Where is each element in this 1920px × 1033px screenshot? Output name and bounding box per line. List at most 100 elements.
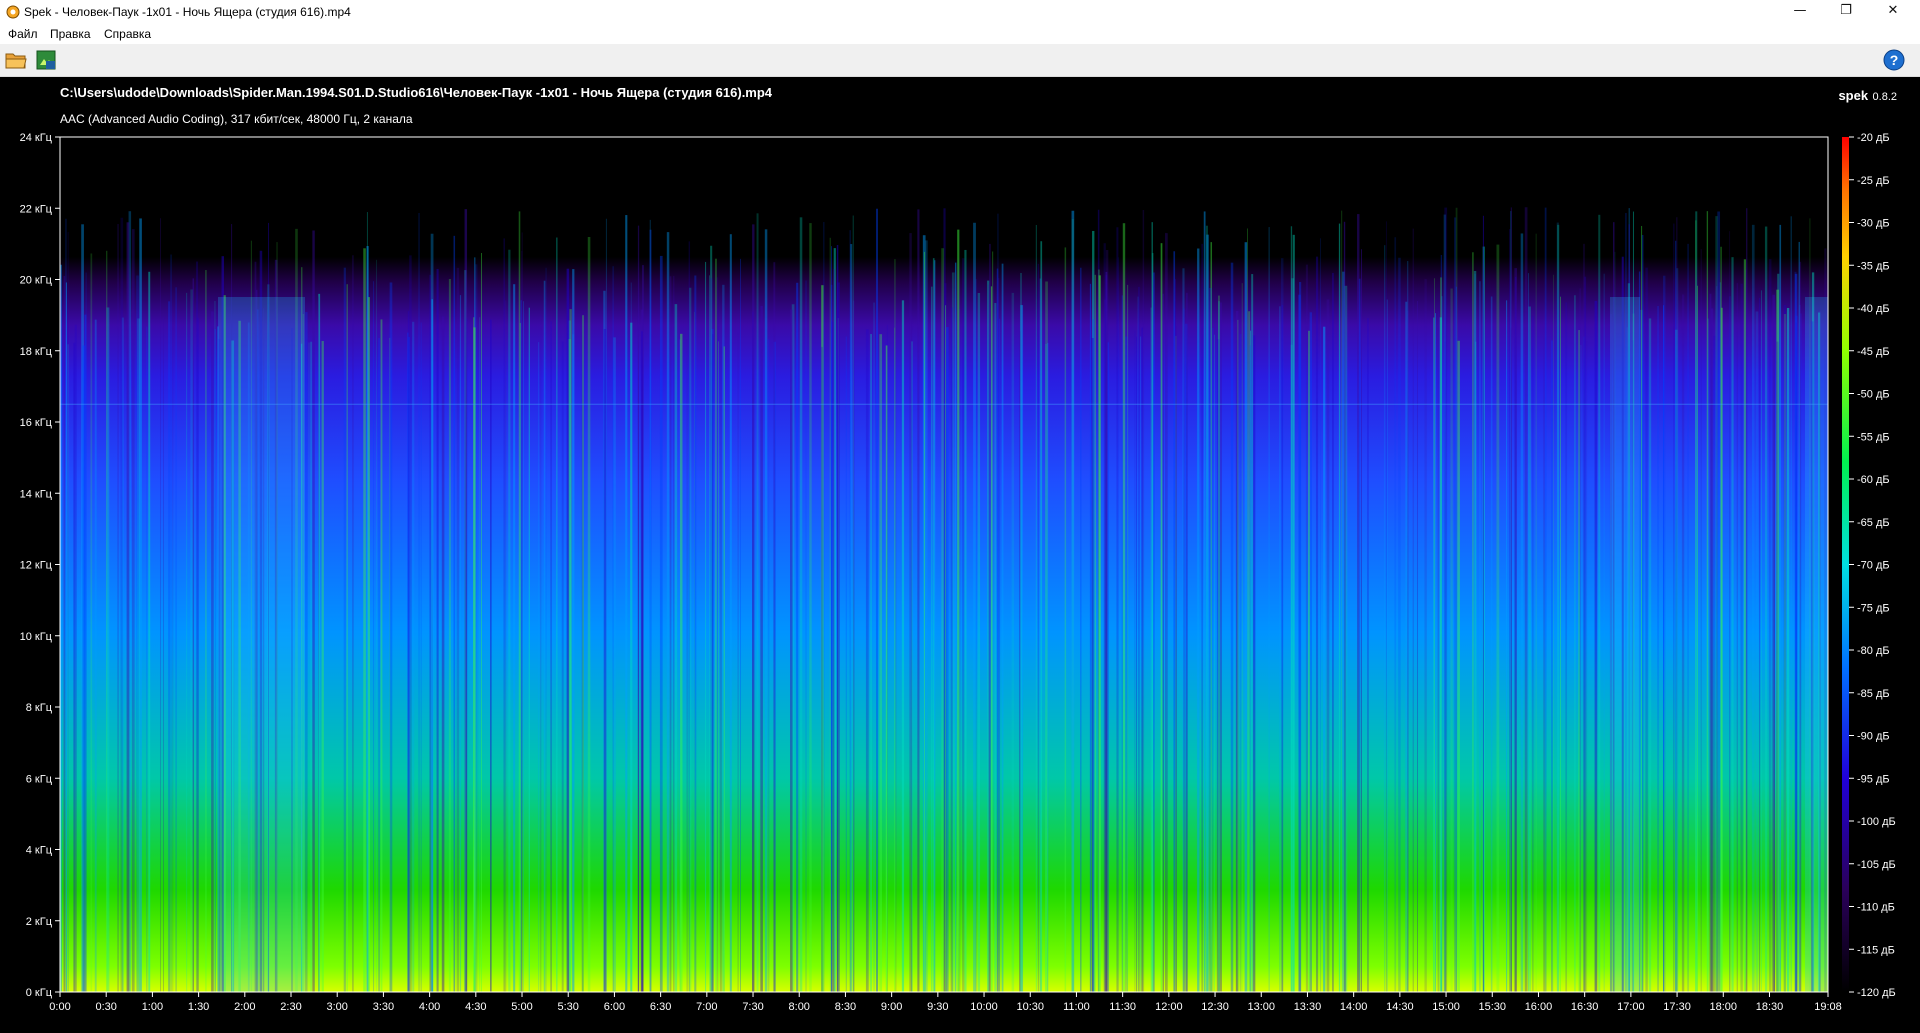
spectrogram-stripe bbox=[1080, 267, 1082, 992]
db-tick-label: -85 дБ bbox=[1857, 688, 1890, 700]
spectrogram-stripe bbox=[1244, 242, 1248, 992]
time-tick-label: 16:30 bbox=[1571, 1001, 1599, 1013]
spectrogram-stripe bbox=[740, 258, 741, 992]
spectrogram-stripe bbox=[752, 224, 755, 992]
spectrogram-stripe bbox=[1165, 232, 1167, 992]
spectrogram-stripe bbox=[845, 336, 847, 992]
spectrogram-stripe bbox=[1107, 342, 1109, 993]
spectrogram-stripe bbox=[1136, 336, 1137, 992]
spectrogram-stripe bbox=[849, 230, 851, 993]
spectrogram-stripe bbox=[1098, 275, 1101, 992]
spectrogram-stripe bbox=[1241, 283, 1243, 992]
spectrogram-stripe bbox=[473, 327, 476, 992]
spectrogram-stripe bbox=[1444, 207, 1448, 993]
db-scale: -20 дБ -25 дБ -30 дБ -35 дБ -40 дБ -45 дБ -50 … bbox=[1842, 132, 1896, 999]
spectrogram-stripe bbox=[715, 258, 717, 992]
spectrogram-stripe bbox=[321, 340, 324, 993]
spectrogram-stripe bbox=[481, 252, 482, 992]
spectrogram-stripe bbox=[508, 249, 511, 993]
spectrogram-stripe bbox=[718, 341, 719, 993]
time-tick-label: 6:30 bbox=[650, 1001, 671, 1013]
time-tick-label: 8:30 bbox=[835, 1001, 856, 1013]
spectrogram-stripe bbox=[1230, 262, 1234, 993]
spectrogram-stripe bbox=[821, 346, 823, 992]
spectrogram-stripe bbox=[764, 229, 768, 992]
db-tick-label: -65 дБ bbox=[1857, 517, 1890, 529]
spectrogram-stripe bbox=[931, 286, 933, 992]
spectrogram-stripe bbox=[1358, 278, 1361, 992]
spectrogram-stripe bbox=[1584, 276, 1587, 993]
spectrogram-stripe bbox=[1645, 267, 1648, 992]
spectrogram-stripe bbox=[308, 342, 310, 992]
db-tick-label: -120 дБ bbox=[1857, 987, 1896, 999]
spectrogram-stripe bbox=[1641, 225, 1643, 993]
time-tick-label: 0:00 bbox=[49, 1001, 70, 1013]
spectrogram-stripe bbox=[168, 301, 171, 993]
spectrogram-stripe bbox=[126, 222, 130, 992]
spectrogram-stripe bbox=[829, 237, 831, 992]
spectrogram-stripe bbox=[65, 282, 67, 993]
spectrogram-stripe bbox=[876, 208, 878, 993]
spectrogram-stripe bbox=[1142, 210, 1145, 992]
spectrogram-stripe bbox=[1299, 282, 1302, 992]
freq-tick-label: 10 кГц bbox=[20, 631, 53, 643]
time-tick-label: 12:30 bbox=[1201, 1001, 1229, 1013]
spectrogram-stripe bbox=[837, 282, 840, 992]
spectrogram-stripe bbox=[1249, 345, 1251, 992]
db-tick-label: -25 дБ bbox=[1857, 175, 1890, 187]
spectrogram-stripe bbox=[950, 307, 953, 992]
spectrogram-stripe bbox=[1037, 263, 1039, 992]
spectrogram-stripe bbox=[1524, 207, 1528, 992]
spectrogram-stripe bbox=[1648, 318, 1652, 993]
spectrogram-stripe bbox=[1434, 278, 1435, 992]
spectrogram-stripe bbox=[997, 213, 999, 992]
spectrogram-stripe bbox=[1150, 307, 1152, 992]
spectrogram-stripe bbox=[1047, 342, 1049, 992]
spectrogram-stripe bbox=[1764, 226, 1768, 992]
spectrogram-stripe bbox=[1773, 321, 1775, 992]
spectrogram-stripe bbox=[790, 309, 793, 992]
spectrogram-stripe bbox=[1138, 286, 1140, 992]
db-tick-label: -105 дБ bbox=[1857, 859, 1896, 871]
spectrogram-stripe bbox=[885, 345, 888, 992]
spectrogram-stripe bbox=[674, 304, 678, 993]
spectrogram-stripe bbox=[1731, 257, 1734, 992]
spectrogram-stripe bbox=[1799, 261, 1802, 992]
spectrogram-stripe bbox=[946, 327, 949, 992]
spectrogram-stripe bbox=[994, 302, 997, 992]
spectrogram-stripe bbox=[521, 250, 523, 992]
time-tick-label: 6:00 bbox=[604, 1001, 625, 1013]
spectrogram-stripe bbox=[1280, 258, 1284, 992]
spectrogram-stripe bbox=[957, 229, 960, 992]
spectrogram-stripe bbox=[587, 236, 591, 993]
time-tick-label: 17:00 bbox=[1617, 1001, 1645, 1013]
spectrogram-highlight bbox=[1805, 297, 1828, 992]
spectrogram-stripe bbox=[1040, 241, 1043, 992]
spectrogram-stripe bbox=[90, 253, 93, 992]
spectrogram-stripe bbox=[1094, 274, 1096, 992]
spectrogram-stripe bbox=[925, 240, 928, 992]
spectrogram-stripe bbox=[945, 305, 947, 992]
spectrogram-stripe bbox=[705, 261, 707, 992]
spectrogram-stripe bbox=[136, 275, 139, 992]
spectrogram-stripe bbox=[723, 346, 725, 992]
freq-tick-label: 14 кГц bbox=[20, 488, 53, 500]
time-tick-label: 3:00 bbox=[327, 1001, 348, 1013]
spectrogram-stripe bbox=[1309, 312, 1312, 992]
spectrogram-stripe bbox=[1496, 244, 1500, 992]
spectrogram-stripe bbox=[1134, 330, 1136, 993]
spectrogram-stripe bbox=[84, 314, 87, 992]
freq-tick-label: 22 кГц bbox=[20, 203, 53, 215]
spectrogram-stripe bbox=[352, 255, 354, 993]
spectrogram-stripe bbox=[566, 268, 570, 992]
spectrogram-stripe bbox=[1551, 340, 1553, 993]
spectrogram-stripe bbox=[60, 264, 62, 992]
spectrogram-stripe bbox=[894, 327, 896, 992]
spectrogram-stripe bbox=[436, 268, 439, 993]
spectrogram-stripe bbox=[1520, 233, 1524, 992]
spectrogram-stripe bbox=[106, 307, 110, 992]
spectrogram-stripe bbox=[1151, 222, 1153, 993]
time-tick-label: 13:30 bbox=[1294, 1001, 1322, 1013]
spectrogram-stripe bbox=[318, 296, 320, 992]
spectrogram-stripe bbox=[1332, 272, 1334, 993]
